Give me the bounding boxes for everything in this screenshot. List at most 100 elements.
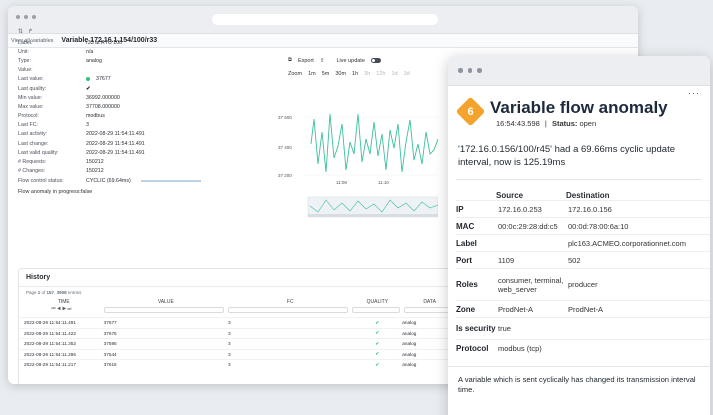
history-row[interactable]: 2022-08-29 11:54:11.286 37544 3 ✔ analog — [19, 348, 462, 360]
flow-anomaly-label: Flow anomaly in progress: — [18, 188, 81, 195]
close-dot-icon[interactable] — [16, 15, 20, 19]
history-row[interactable]: 2022-08-29 11:54:11.352 37595 3 ✔ analog — [19, 338, 462, 349]
property-label: Value: — [18, 67, 33, 74]
endpoint-label: Port — [456, 255, 472, 265]
history-cell-time: 2022-08-29 11:54:11.217 — [24, 362, 76, 368]
history-cell-fc: 3 — [228, 330, 231, 336]
history-header-row: TIME VALUE FC QUALITY DATA — [19, 298, 462, 306]
variable-properties: ⇅ ↱ Label: r33 at RTU 100 Unit: n/a Type: ana… — [18, 28, 238, 195]
property-value: 37677 — [96, 76, 111, 83]
export-button[interactable]: Export — [298, 58, 314, 64]
history-cell-time: 2022-08-29 11:54:11.286 — [24, 351, 76, 357]
property-label: Last change: — [18, 140, 49, 147]
property-label: Last valid quality: — [18, 149, 59, 156]
property-label: Last quality: — [18, 85, 47, 92]
property-value: r33 at RTU 100 — [86, 39, 123, 46]
page-total: 157 — [46, 290, 55, 295]
property-value: 2022-08-29 11:54:11.491 — [86, 149, 145, 156]
property-row: Protocol: modbus — [18, 112, 238, 121]
property-value: 2022-08-29 11:54:11.491 — [86, 140, 145, 147]
range-scrollbar[interactable] — [308, 214, 438, 217]
history-row[interactable]: 2022-08-29 11:54:11.422 37676 3 ✔ analog — [19, 327, 462, 339]
column-header-quality[interactable]: QUALITY — [352, 299, 402, 305]
endpoint-label: Protocol — [456, 343, 489, 353]
maximize-dot-icon[interactable] — [32, 15, 36, 19]
history-cell-value: 37676 — [103, 330, 117, 336]
history-row[interactable]: 2022-08-29 11:54:11.217 37616 3 ✔ analog — [19, 359, 462, 370]
zoom-option[interactable]: 5m — [322, 71, 330, 77]
history-cell-value: 37616 — [103, 362, 117, 368]
flow-control-bar — [140, 180, 201, 183]
source-column-header: Source — [496, 191, 524, 200]
y-tick-label: 37 400 — [278, 145, 292, 150]
property-label: Type: — [18, 57, 31, 64]
share-icon[interactable]: ↱ — [28, 29, 33, 35]
property-label: Last value: — [18, 76, 44, 83]
history-cell-value: 37595 — [103, 341, 117, 347]
external-link-icon[interactable]: ⧉ — [288, 57, 292, 64]
risk-badge-number: 6 — [467, 105, 474, 118]
flow-control-status: Flow control status: CYCLIC (69.64ms) — [18, 176, 238, 187]
endpoint-dst: 172.16.0.156 — [568, 204, 612, 214]
history-cell-quality: ✔ — [375, 330, 380, 336]
property-label: Protocol: — [18, 113, 39, 120]
endpoint-row: Port 1109 502 — [456, 251, 710, 268]
value-filter-input[interactable] — [104, 307, 224, 313]
column-header-time[interactable]: TIME — [24, 299, 104, 305]
flow-control-value: CYCLIC (69.64ms) — [86, 178, 131, 185]
minimize-dot-icon[interactable] — [24, 15, 28, 19]
property-row: Last change: 2022-08-29 11:54:11.491 — [18, 139, 238, 148]
page-info-prefix: Page — [26, 290, 38, 295]
endpoint-src: consumer, terminal, web_server — [498, 275, 564, 294]
history-cell-quality: ✔ — [375, 361, 380, 367]
alert-title: Variable flow anomaly — [490, 98, 668, 117]
property-row: Label: r33 at RTU 100 — [18, 38, 238, 47]
alert-subtitle: 16:54:43.598 | Status: open — [496, 119, 597, 128]
endpoint-dst: ProdNet-A — [568, 304, 604, 314]
export-icon[interactable]: ⇪ — [320, 58, 325, 64]
data-filter-input[interactable] — [404, 307, 454, 313]
address-bar[interactable] — [212, 14, 438, 25]
quality-filter-input[interactable] — [352, 307, 400, 313]
property-row: Last FC: 3 — [18, 121, 238, 130]
more-options-icon[interactable]: ··· — [688, 88, 700, 98]
entry-count: 3908 — [56, 290, 67, 295]
zoom-option-disabled: 3h — [364, 71, 371, 77]
history-cell-time: 2022-08-29 11:54:11.422 — [24, 330, 76, 336]
property-row: Max value: 37708.000000 — [18, 102, 238, 111]
zoom-option[interactable]: 1h — [352, 71, 358, 77]
refresh-icon[interactable]: ⇅ — [18, 29, 23, 35]
value-chart-panel: ⧉ Export ⇪ Live update Zoom 1m 5m 30m 1h 3h 1… — [278, 56, 448, 266]
history-row[interactable]: 2022-08-29 11:54:11.491 37677 3 ✔ analog — [19, 317, 462, 328]
property-value: 36992.000000 — [86, 94, 120, 101]
zoom-option[interactable]: 1m — [308, 71, 316, 77]
property-value: n/a — [86, 48, 94, 55]
endpoint-src: modbus (tcp) — [498, 343, 542, 353]
live-update-toggle[interactable] — [370, 58, 381, 63]
close-dot-icon[interactable] — [458, 68, 463, 73]
property-row: # Requests: 150212 — [18, 157, 238, 166]
property-row: Last value: 37677 — [18, 75, 238, 84]
endpoint-dst: 502 — [568, 255, 581, 265]
maximize-dot-icon[interactable] — [477, 68, 482, 73]
history-cell-quality: ✔ — [375, 319, 380, 325]
y-tick-label: 37 200 — [278, 173, 292, 178]
column-header-fc[interactable]: FC — [228, 299, 352, 305]
alert-window-controls[interactable] — [458, 68, 482, 73]
fc-filter-input[interactable] — [228, 307, 348, 313]
property-value: 3 — [86, 122, 89, 129]
live-update-label: Live update — [336, 57, 365, 64]
property-row: Value: — [18, 66, 238, 75]
zoom-option[interactable]: 30m — [335, 71, 346, 77]
zoom-selector: Zoom 1m 5m 30m 1h 3h 12h 1d 3d — [288, 71, 448, 77]
endpoint-row: Label plc163.ACMEO.corporationnet.com — [456, 234, 710, 251]
minimize-dot-icon[interactable] — [467, 68, 472, 73]
history-title: History — [19, 269, 462, 287]
destination-column-header: Destination — [566, 191, 610, 200]
window-controls[interactable] — [16, 15, 36, 19]
endpoint-label: Zone — [456, 304, 476, 314]
column-header-value[interactable]: VALUE — [104, 299, 228, 305]
endpoint-row: IP 172.16.0.253 172.16.0.156 — [456, 200, 710, 217]
history-cell-fc: 3 — [228, 351, 231, 357]
endpoint-row: Protocol modbus (tcp) — [456, 339, 710, 356]
